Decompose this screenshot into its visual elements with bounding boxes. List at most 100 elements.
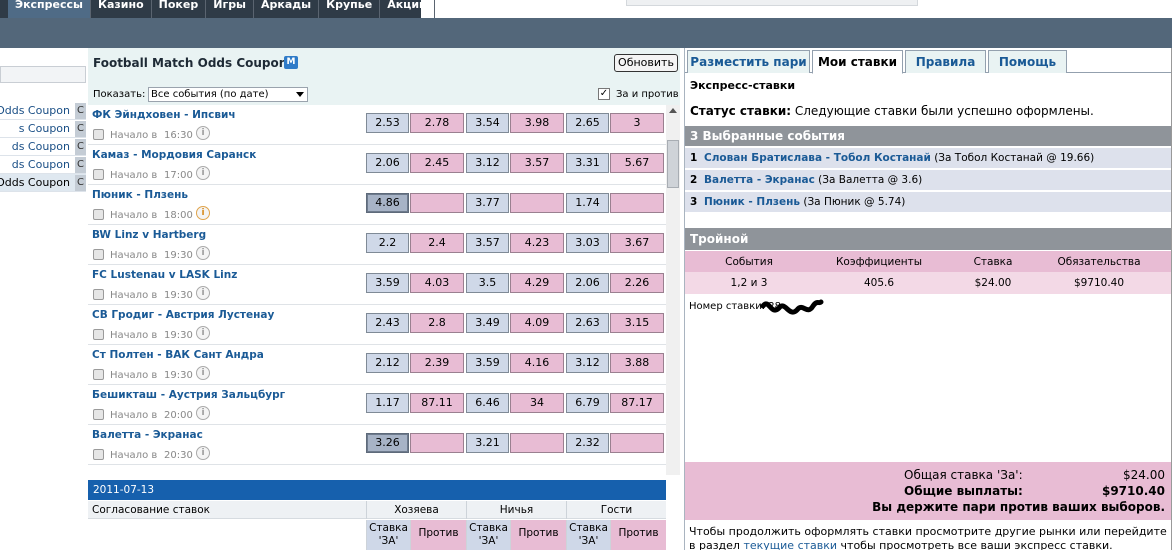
info-icon[interactable]: i xyxy=(196,126,210,140)
lay-odds-button[interactable]: 2.8 xyxy=(410,313,464,333)
selection-event-link[interactable]: Валетта - Экранас xyxy=(704,174,815,186)
tab-help[interactable]: Помощь xyxy=(988,50,1067,73)
match-name[interactable]: Бешикташ - Аустрия Зальцбург xyxy=(92,389,285,401)
lay-odds-button[interactable] xyxy=(410,433,464,453)
lay-odds-button[interactable]: 87.17 xyxy=(610,393,664,413)
selection-event-link[interactable]: Пюник - Плзень xyxy=(704,196,800,208)
show-events-select[interactable]: Все события (по дате) xyxy=(148,87,308,102)
match-checkbox[interactable] xyxy=(93,409,104,420)
lay-odds-button[interactable]: 3 xyxy=(610,113,664,133)
back-odds-button[interactable]: 3.57 xyxy=(466,233,509,253)
lay-odds-button[interactable]: 2.39 xyxy=(410,353,464,373)
current-bets-link[interactable]: текущие ставки xyxy=(743,539,837,550)
back-odds-button[interactable]: 2.06 xyxy=(566,273,609,293)
top-search-box[interactable] xyxy=(626,0,918,6)
match-checkbox[interactable] xyxy=(93,329,104,340)
match-checkbox[interactable] xyxy=(93,169,104,180)
info-icon[interactable]: i xyxy=(196,406,210,420)
lay-odds-button[interactable]: 5.67 xyxy=(610,153,664,173)
lay-odds-button[interactable] xyxy=(610,193,664,213)
back-odds-button[interactable]: 3.59 xyxy=(466,353,509,373)
info-icon[interactable]: i xyxy=(196,286,210,300)
sidebar-search-box[interactable] xyxy=(0,66,86,83)
lay-odds-button[interactable] xyxy=(610,433,664,453)
lay-odds-button[interactable]: 34 xyxy=(510,393,564,413)
back-odds-button[interactable]: 2.53 xyxy=(366,113,409,133)
refresh-button[interactable]: Обновить xyxy=(614,54,678,72)
lay-odds-button[interactable] xyxy=(510,433,564,453)
back-odds-button[interactable]: 3.59 xyxy=(366,273,409,293)
match-checkbox[interactable] xyxy=(93,289,104,300)
back-odds-button[interactable]: 2.43 xyxy=(366,313,409,333)
back-odds-button[interactable]: 2.65 xyxy=(566,113,609,133)
info-icon[interactable]: i xyxy=(196,366,210,380)
match-list-scrollbar[interactable] xyxy=(666,105,680,475)
info-icon[interactable]: i xyxy=(196,166,210,180)
back-odds-button[interactable]: 2.32 xyxy=(566,433,609,453)
match-checkbox[interactable] xyxy=(93,369,104,380)
tab-rules[interactable]: Правила xyxy=(905,50,986,73)
sidebar-item-odds-coupon-2[interactable]: s Coupon C xyxy=(0,120,86,138)
match-name[interactable]: СВ Гродиг - Австрия Лустенау xyxy=(92,309,274,321)
mobile-badge-icon[interactable]: M xyxy=(284,56,298,69)
info-icon[interactable]: i xyxy=(196,326,210,340)
match-name[interactable]: FC Lustenau v LASK Linz xyxy=(92,269,237,281)
match-name[interactable]: Пюник - Плзень xyxy=(92,189,188,201)
match-name[interactable]: BW Linz v Hartberg xyxy=(92,229,206,241)
back-odds-button[interactable]: 6.46 xyxy=(466,393,509,413)
back-odds-button[interactable]: 4.86 xyxy=(366,193,409,213)
top-tab-arcade[interactable]: Аркады xyxy=(254,0,320,18)
top-tab-casino[interactable]: Казино xyxy=(91,0,152,18)
back-odds-button[interactable]: 3.54 xyxy=(466,113,509,133)
back-odds-button[interactable]: 3.12 xyxy=(466,153,509,173)
info-icon[interactable]: i xyxy=(196,206,210,220)
sidebar-item-odds-coupon-active[interactable]: Odds Coupon C xyxy=(0,174,86,192)
match-checkbox[interactable] xyxy=(93,209,104,220)
sidebar-item-odds-coupon-1[interactable]: Odds Coupon C xyxy=(0,102,86,120)
back-odds-button[interactable]: 3.12 xyxy=(566,353,609,373)
back-odds-button[interactable]: 3.49 xyxy=(466,313,509,333)
scrollbar-thumb[interactable] xyxy=(667,140,679,188)
lay-odds-button[interactable]: 4.09 xyxy=(510,313,564,333)
back-odds-button[interactable]: 2.2 xyxy=(366,233,409,253)
sidebar-item-odds-coupon-3[interactable]: ds Coupon C xyxy=(0,138,86,156)
tab-place-bet[interactable]: Разместить пари xyxy=(687,50,810,73)
lay-odds-button[interactable]: 3.98 xyxy=(510,113,564,133)
back-odds-button[interactable]: 3.5 xyxy=(466,273,509,293)
lay-odds-button[interactable]: 4.23 xyxy=(510,233,564,253)
match-name[interactable]: ФК Эйндховен - Ипсвич xyxy=(92,109,236,121)
match-checkbox[interactable] xyxy=(93,449,104,460)
back-odds-button[interactable]: 3.21 xyxy=(466,433,509,453)
lay-odds-button[interactable]: 4.29 xyxy=(510,273,564,293)
back-odds-button[interactable]: 6.79 xyxy=(566,393,609,413)
match-name[interactable]: Ст Полтен - ВАК Сант Андра xyxy=(92,349,264,361)
back-odds-button[interactable]: 1.74 xyxy=(566,193,609,213)
lay-odds-button[interactable]: 2.45 xyxy=(410,153,464,173)
top-tab-promotions[interactable]: Акции xyxy=(380,0,435,18)
lay-odds-button[interactable]: 3.15 xyxy=(610,313,664,333)
back-odds-button[interactable]: 3.26 xyxy=(366,433,409,453)
lay-odds-button[interactable]: 2.4 xyxy=(410,233,464,253)
back-odds-button[interactable]: 2.06 xyxy=(366,153,409,173)
lay-odds-button[interactable] xyxy=(410,193,464,213)
back-odds-button[interactable]: 2.63 xyxy=(566,313,609,333)
top-tab-poker[interactable]: Покер xyxy=(152,0,207,18)
top-tab-express[interactable]: Экспрессы xyxy=(8,0,91,18)
lay-odds-button[interactable]: 87.11 xyxy=(410,393,464,413)
lay-odds-button[interactable]: 2.26 xyxy=(610,273,664,293)
match-name[interactable]: Валетта - Экранас xyxy=(92,429,203,441)
lay-odds-button[interactable]: 3.67 xyxy=(610,233,664,253)
back-odds-button[interactable]: 2.12 xyxy=(366,353,409,373)
lay-odds-button[interactable]: 4.16 xyxy=(510,353,564,373)
lay-odds-button[interactable]: 3.88 xyxy=(610,353,664,373)
lay-odds-button[interactable] xyxy=(510,193,564,213)
scroll-up-icon[interactable] xyxy=(669,108,677,113)
match-checkbox[interactable] xyxy=(93,249,104,260)
back-odds-button[interactable]: 1.17 xyxy=(366,393,409,413)
top-tab-croupier[interactable]: Крупье xyxy=(319,0,381,18)
back-odds-button[interactable]: 3.31 xyxy=(566,153,609,173)
info-icon[interactable]: i xyxy=(196,246,210,260)
for-against-checkbox[interactable]: ✓ xyxy=(598,88,610,100)
lay-odds-button[interactable]: 2.78 xyxy=(410,113,464,133)
info-icon[interactable]: i xyxy=(196,446,210,460)
